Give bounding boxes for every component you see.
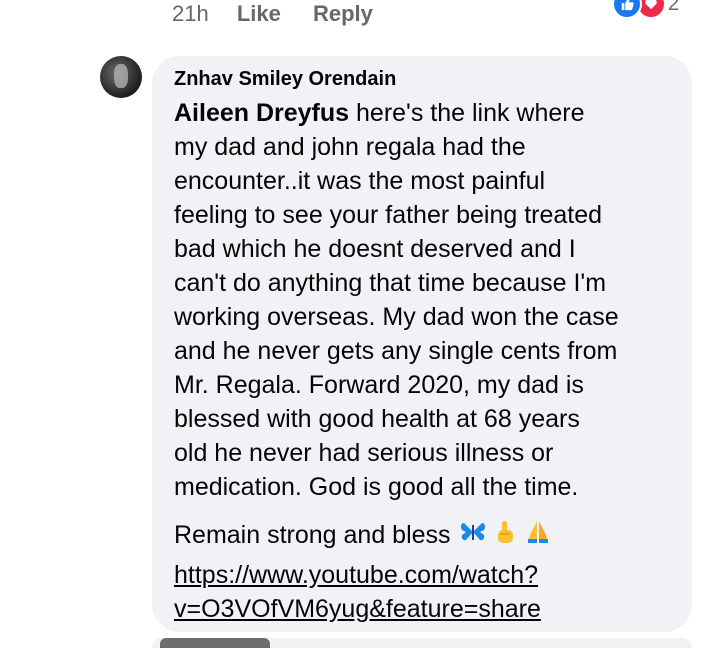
comment-line: old he never had serious illness or: [174, 439, 554, 467]
avatar[interactable]: [100, 56, 142, 98]
youtube-link[interactable]: https://www.youtube.com/watch? v=O3VOfVM…: [174, 558, 541, 626]
comment-closing-line: Remain strong and bless: [174, 518, 551, 554]
comment-meta: 21h Like Reply: [172, 0, 399, 28]
thumbs-up-icon: [612, 0, 642, 19]
comment-author[interactable]: Znhav Smiley Orendain: [174, 68, 396, 91]
timestamp[interactable]: 21h: [172, 0, 209, 28]
like-button[interactable]: Like: [237, 0, 281, 28]
comment-line: medication. God is good all the time.: [174, 473, 579, 501]
reaction-count: 2: [668, 0, 680, 15]
comment-line: Mr. Regala. Forward 2020, my dad is: [174, 371, 584, 399]
comment-line: bad which he doesnt deserved and I: [174, 235, 576, 263]
reaction-summary[interactable]: 2: [612, 0, 680, 19]
comment-text: here's the link where: [349, 99, 585, 127]
folded-hands-emoji-icon: [525, 519, 551, 554]
comment-line: encounter..it was the most painful: [174, 167, 546, 195]
comment-line: and he never gets any single cents from: [174, 337, 618, 365]
next-comment-avatar[interactable]: [160, 638, 270, 648]
comment-body: Aileen Dreyfus here's the link where my …: [174, 96, 684, 504]
comment-line: working overseas. My dad won the case: [174, 303, 619, 331]
mention-link[interactable]: Aileen Dreyfus: [174, 99, 349, 127]
comment-closing-text: Remain strong and bless: [174, 521, 451, 549]
comment-bubble: Znhav Smiley Orendain Aileen Dreyfus her…: [152, 56, 692, 632]
comment-line: blessed with good health at 68 years: [174, 405, 580, 433]
index-pointing-up-emoji-icon: [494, 519, 516, 554]
comment-line: feeling to see your father being treated: [174, 201, 603, 229]
link-line[interactable]: https://www.youtube.com/watch?: [174, 558, 541, 592]
comment-line: my dad and john regala had the: [174, 133, 526, 161]
comment-line: can't do anything that time because I'm: [174, 269, 607, 297]
reply-button[interactable]: Reply: [313, 0, 373, 28]
previous-comment-actions: 21h Like Reply 2: [0, 0, 714, 34]
butterfly-emoji-icon: [460, 519, 486, 553]
link-line[interactable]: v=O3VOfVM6yug&feature=share: [174, 592, 541, 626]
comment-line: Aileen Dreyfus here's the link where: [174, 96, 684, 130]
